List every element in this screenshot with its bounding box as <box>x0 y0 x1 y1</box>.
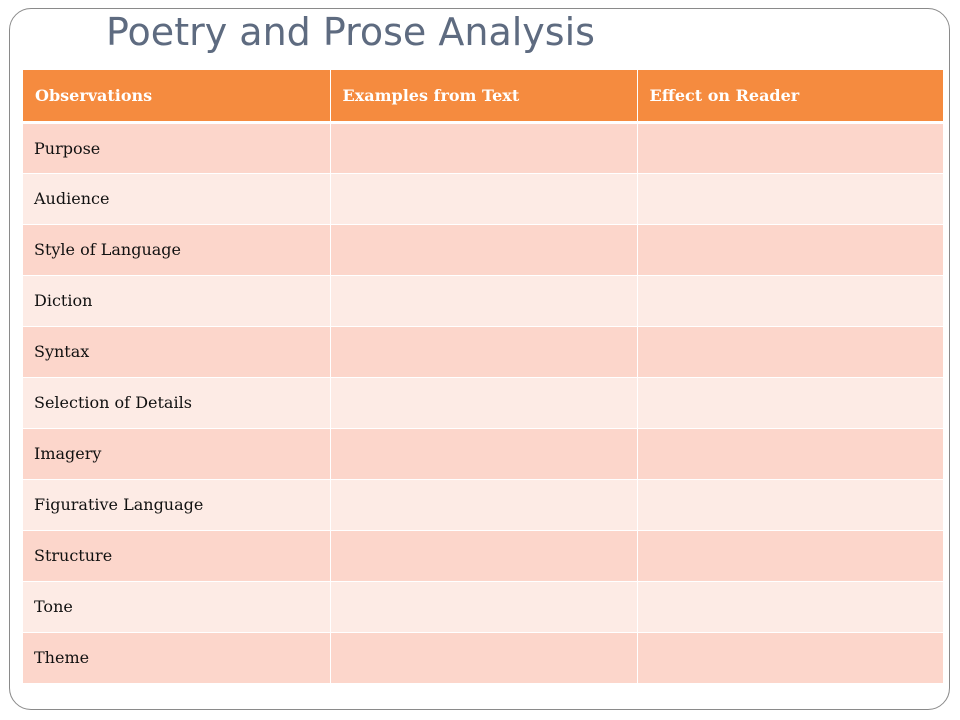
effect-cell[interactable] <box>637 224 943 276</box>
table-row: Syntax <box>23 326 943 378</box>
table-header-row: Observations Examples from Text Effect o… <box>23 70 943 124</box>
examples-cell[interactable] <box>330 377 638 429</box>
examples-cell[interactable] <box>330 275 638 327</box>
examples-cell[interactable] <box>330 326 638 378</box>
table-row: Purpose <box>23 122 943 174</box>
table-row: Style of Language <box>23 224 943 276</box>
analysis-table-container: Observations Examples from Text Effect o… <box>23 70 943 684</box>
header-effect-on-reader: Effect on Reader <box>637 70 943 124</box>
slide-title: Poetry and Prose Analysis <box>106 10 595 54</box>
observation-cell[interactable]: Theme <box>23 632 331 684</box>
observation-cell[interactable]: Purpose <box>23 122 331 174</box>
effect-cell[interactable] <box>637 632 943 684</box>
table-row: Diction <box>23 275 943 327</box>
effect-cell[interactable] <box>637 275 943 327</box>
examples-cell[interactable] <box>330 479 638 531</box>
table-row: Audience <box>23 173 943 225</box>
observation-cell[interactable]: Diction <box>23 275 331 327</box>
examples-cell[interactable] <box>330 122 638 174</box>
table-row: Figurative Language <box>23 479 943 531</box>
observation-cell[interactable]: Style of Language <box>23 224 331 276</box>
effect-cell[interactable] <box>637 581 943 633</box>
examples-cell[interactable] <box>330 530 638 582</box>
header-examples-from-text: Examples from Text <box>330 70 638 124</box>
table-row: Tone <box>23 581 943 633</box>
examples-cell[interactable] <box>330 428 638 480</box>
effect-cell[interactable] <box>637 377 943 429</box>
table-row: Theme <box>23 632 943 684</box>
examples-cell[interactable] <box>330 224 638 276</box>
observation-cell[interactable]: Tone <box>23 581 331 633</box>
header-observations: Observations <box>23 70 331 124</box>
examples-cell[interactable] <box>330 581 638 633</box>
table-row: Selection of Details <box>23 377 943 429</box>
examples-cell[interactable] <box>330 632 638 684</box>
effect-cell[interactable] <box>637 530 943 582</box>
examples-cell[interactable] <box>330 173 638 225</box>
observation-cell[interactable]: Figurative Language <box>23 479 331 531</box>
observation-cell[interactable]: Imagery <box>23 428 331 480</box>
table-row: Imagery <box>23 428 943 480</box>
observation-cell[interactable]: Syntax <box>23 326 331 378</box>
effect-cell[interactable] <box>637 173 943 225</box>
effect-cell[interactable] <box>637 326 943 378</box>
observation-cell[interactable]: Structure <box>23 530 331 582</box>
observation-cell[interactable]: Audience <box>23 173 331 225</box>
effect-cell[interactable] <box>637 122 943 174</box>
analysis-table: Observations Examples from Text Effect o… <box>23 70 943 684</box>
effect-cell[interactable] <box>637 479 943 531</box>
observation-cell[interactable]: Selection of Details <box>23 377 331 429</box>
effect-cell[interactable] <box>637 428 943 480</box>
table-row: Structure <box>23 530 943 582</box>
